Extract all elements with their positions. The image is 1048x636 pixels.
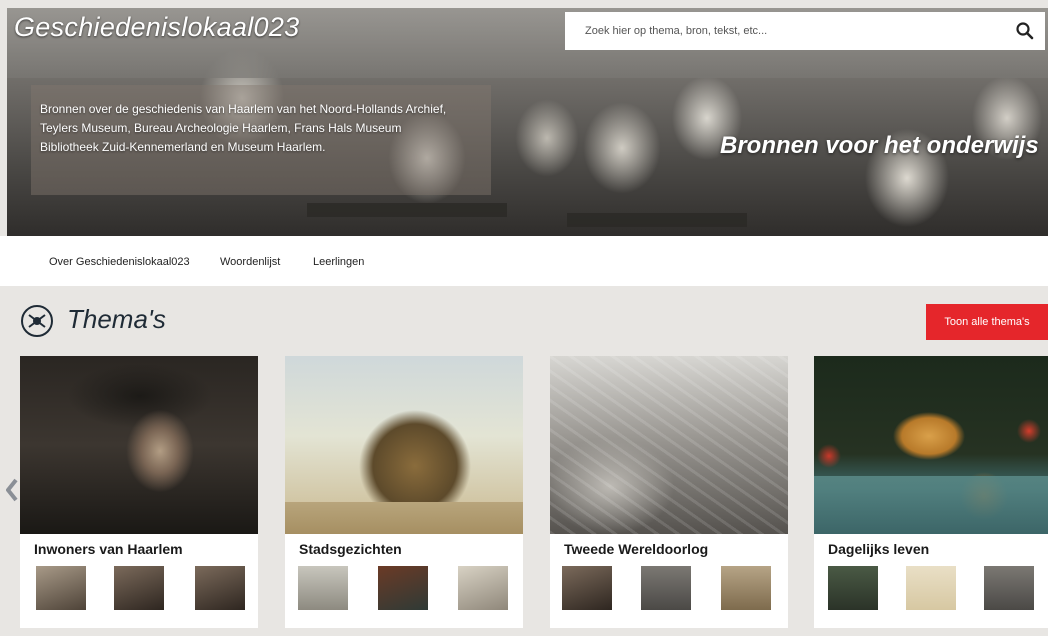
card-title[interactable]: Stadsgezichten (299, 541, 402, 557)
thumbnail[interactable] (458, 566, 508, 610)
intro-line: Bronnen over de geschiedenis van Haarlem… (40, 102, 447, 116)
thumbnail[interactable] (562, 566, 612, 610)
thumbnail[interactable] (721, 566, 771, 610)
intro-text: Bronnen over de geschiedenis van Haarlem… (40, 100, 490, 157)
thumbnail[interactable] (378, 566, 428, 610)
theme-card[interactable]: Dagelijks leven (814, 356, 1048, 628)
intro-line: Teylers Museum, Bureau Archeologie Haarl… (40, 121, 402, 135)
search-box[interactable] (565, 12, 1045, 50)
search-icon[interactable] (1015, 21, 1035, 41)
theme-card[interactable]: Inwoners van Haarlem (20, 356, 258, 628)
thumbnail[interactable] (114, 566, 164, 610)
thumbnail[interactable] (906, 566, 956, 610)
thumbnail[interactable] (36, 566, 86, 610)
theme-card[interactable]: Stadsgezichten (285, 356, 523, 628)
main-nav: Over Geschiedenislokaal023 Woordenlijst … (0, 236, 1048, 286)
thumbnail[interactable] (195, 566, 245, 610)
card-image[interactable] (550, 356, 788, 534)
card-image[interactable] (20, 356, 258, 534)
nav-item-about[interactable]: Over Geschiedenislokaal023 (49, 256, 190, 268)
themes-icon (21, 305, 53, 337)
all-themes-button[interactable]: Toon alle thema's (926, 304, 1048, 340)
card-title[interactable]: Tweede Wereldoorlog (564, 541, 708, 557)
card-image[interactable] (814, 356, 1048, 534)
theme-card[interactable]: Tweede Wereldoorlog (550, 356, 788, 628)
thumbnail[interactable] (298, 566, 348, 610)
card-image-detail (814, 476, 1048, 534)
thumbnail[interactable] (641, 566, 691, 610)
section-title: Thema's (67, 304, 166, 334)
search-input[interactable] (585, 12, 1005, 50)
hero-photo-desk (567, 213, 747, 227)
card-title[interactable]: Dagelijks leven (828, 541, 929, 557)
thumbnail[interactable] (984, 566, 1034, 610)
site-title[interactable]: Geschiedenislokaal023 (14, 12, 300, 43)
hero-photo-desk (307, 203, 507, 217)
intro-line: Bibliotheek Zuid-Kennemerland en Museum … (40, 140, 326, 154)
thumbnail[interactable] (828, 566, 878, 610)
card-title[interactable]: Inwoners van Haarlem (34, 541, 183, 557)
nav-item-glossary[interactable]: Woordenlijst (220, 256, 280, 268)
chevron-left-icon[interactable] (6, 478, 18, 502)
card-image[interactable] (285, 356, 523, 534)
nav-item-students[interactable]: Leerlingen (313, 256, 364, 268)
